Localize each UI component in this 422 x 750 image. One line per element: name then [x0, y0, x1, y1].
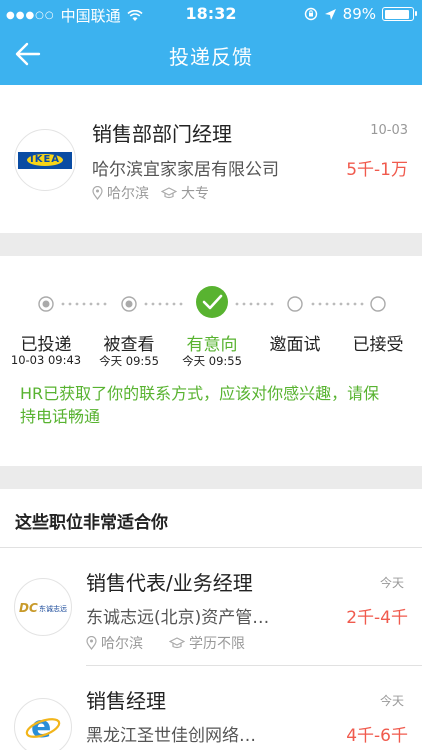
nav-bar: 投递反馈	[0, 28, 422, 85]
svg-text:东诚志远: 东诚志远	[39, 604, 67, 613]
page-title: 投递反馈	[169, 45, 253, 69]
company-name: 东诚志远(北京)资产管…	[86, 608, 270, 628]
step-time-interested: 今天 09:55	[182, 354, 242, 368]
step-marker-done-1	[38, 296, 54, 312]
step-marker-current	[196, 286, 228, 318]
step-label-accepted: 已接受	[352, 335, 404, 355]
location-arrow-icon	[324, 8, 336, 20]
job-date: 10-03	[370, 123, 408, 138]
ie-logo-icon: e	[25, 710, 61, 745]
recommended-jobs: 这些职位非常适合你 DC 东诚志远 销售代表/业务经理 今天 东诚志远(北京)资…	[0, 489, 422, 750]
step-marker-done-2	[121, 296, 137, 312]
graduation-cap-icon	[169, 637, 185, 649]
company-logo: DC 东诚志远	[14, 578, 72, 636]
battery-icon	[382, 7, 417, 21]
step-marker-pending-2	[370, 296, 386, 312]
step-label-delivered: 已投递	[20, 335, 72, 355]
step-marker-pending-1	[287, 296, 303, 312]
step-label-interview: 邀面试	[269, 335, 321, 355]
job-title: 销售部部门经理	[92, 122, 232, 146]
job-location: 哈尔滨	[101, 636, 143, 652]
job-meta: 哈尔滨 大专	[92, 183, 209, 203]
job-salary: 4千-6千	[346, 726, 408, 746]
company-logo: IKEA	[14, 129, 76, 191]
job-education: 大专	[181, 186, 209, 202]
company-name: 黑龙江圣世佳创网络…	[86, 726, 256, 746]
job-title: 销售经理	[86, 689, 166, 713]
company-logo: e	[14, 698, 72, 750]
company-name: 哈尔滨宜家家居有限公司	[92, 160, 279, 180]
step-label-viewed: 被查看	[103, 335, 155, 355]
job-meta: 哈尔滨 学历不限	[86, 633, 245, 653]
battery-percent: 89%	[342, 5, 376, 23]
header: ●●●○○ 中国联通 18:32 89% 投递反馈	[0, 0, 422, 85]
job-date: 今天	[379, 694, 404, 708]
graduation-cap-icon	[161, 187, 177, 199]
job-title: 销售代表/业务经理	[86, 571, 253, 595]
rotation-lock-icon	[304, 7, 317, 21]
location-pin-icon	[92, 186, 103, 200]
applied-job-card[interactable]: IKEA 销售部部门经理 10-03 哈尔滨宜家家居有限公司 5千-1万 哈尔滨…	[0, 85, 422, 233]
job-education: 学历不限	[189, 636, 245, 652]
location-pin-icon	[86, 636, 97, 650]
status-bar: ●●●○○ 中国联通 18:32 89%	[0, 0, 422, 28]
application-progress: 已投递 被查看 有意向 邀面试 已接受 10-03 09:43 今天 09:55…	[0, 256, 422, 466]
list-item[interactable]: DC 东诚志远 销售代表/业务经理 今天 东诚志远(北京)资产管… 2千-4千 …	[0, 548, 422, 666]
job-salary: 5千-1万	[346, 160, 408, 180]
list-item[interactable]: e 销售经理 今天 黑龙江圣世佳创网络… 4千-6千	[0, 666, 422, 750]
job-salary: 2千-4千	[346, 608, 408, 628]
svg-text:DC: DC	[19, 601, 38, 615]
logo-text: IKEA	[26, 154, 64, 166]
step-label-interested: 有意向	[186, 335, 238, 355]
dcz-logo-mark: DC 东诚志远	[19, 601, 67, 615]
section-title: 这些职位非常适合你	[15, 513, 168, 533]
svg-text:e: e	[31, 710, 51, 745]
progress-message: HR已获取了你的联系方式，应该对你感兴趣，请保持电话畅通	[20, 384, 380, 426]
job-location: 哈尔滨	[107, 186, 149, 202]
job-date: 今天	[379, 576, 404, 590]
